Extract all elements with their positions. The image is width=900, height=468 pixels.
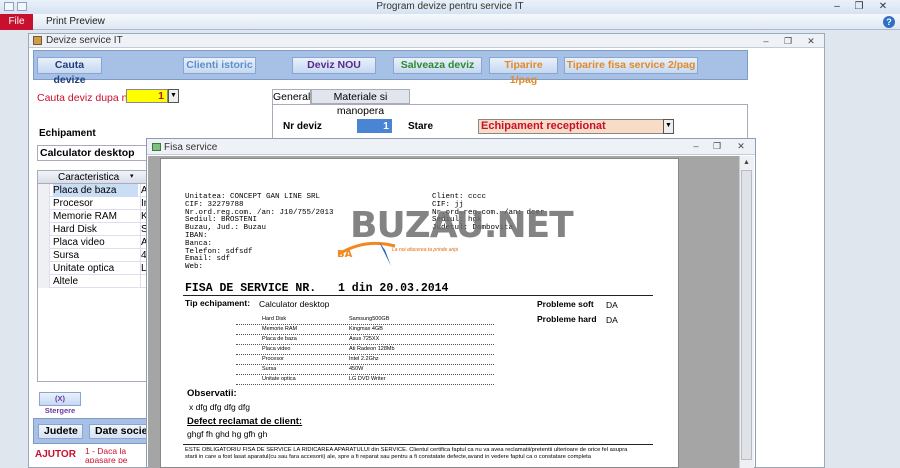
- component-name: Sursa: [262, 366, 277, 372]
- grid-row[interactable]: Altele: [38, 275, 150, 288]
- popup-minimize-icon[interactable]: –: [690, 141, 702, 152]
- chevron-down-icon[interactable]: ▼: [663, 119, 674, 134]
- form-icon: [33, 36, 42, 45]
- ajutor-text: 1 - Daca la apasare pe Urmarirea operati…: [85, 447, 128, 463]
- component-value: Samsung500GB: [349, 316, 390, 322]
- nr-deviz-label: Nr deviz: [283, 121, 322, 132]
- probleme-hard-label: Probleme hard: [537, 314, 597, 324]
- tiparire-fisa-button[interactable]: Tiparire fisa service 2/pag: [564, 57, 698, 74]
- form-minimize-icon[interactable]: –: [760, 36, 772, 47]
- chevron-down-icon[interactable]: ▼: [168, 89, 179, 103]
- save-icon[interactable]: [17, 2, 27, 11]
- probleme-soft-value: DA: [606, 300, 618, 310]
- ajutor-label: AJUTOR: [35, 449, 76, 460]
- probleme-soft-label: Probleme soft: [537, 299, 594, 309]
- logo: BUZAU.NET: [350, 205, 574, 246]
- footer-legal-text: ESTE OBLIGATORIU FISA DE SERVICE LA RIDI…: [185, 447, 628, 460]
- grid-row[interactable]: Unitate opticaLG: [38, 262, 154, 275]
- file-tab[interactable]: File: [0, 14, 33, 30]
- form-title: Devize service IT: [46, 35, 123, 46]
- separator: [183, 295, 653, 296]
- grid-row[interactable]: Placa de baza A: [38, 184, 150, 197]
- echipament-label: Echipament: [39, 128, 96, 139]
- observatii-value: x dfg dfg dfg dfg: [189, 402, 250, 412]
- cauta-deviz-input[interactable]: 1: [126, 89, 168, 103]
- component-value: LG DVD Writer: [349, 376, 386, 382]
- report-icon: [152, 143, 161, 151]
- cauta-devize-button[interactable]: Cauta devize: [37, 57, 102, 86]
- print-preview-tab[interactable]: Print Preview: [46, 16, 105, 27]
- app-title: Program devize pentru service IT: [376, 1, 524, 12]
- component-name: Unitate optica: [262, 376, 296, 382]
- svg-text:BA: BA: [337, 249, 353, 260]
- component-name: Hard Disk: [262, 316, 287, 322]
- fisa-title: FISA DE SERVICE NR.: [185, 282, 317, 295]
- component-name: Placa de baza: [262, 336, 297, 342]
- tiparire-1pag-button[interactable]: Tiparire 1/pag: [489, 57, 558, 86]
- tip-echipament-value: Calculator desktop: [259, 299, 330, 309]
- form-restore-icon[interactable]: ❐: [782, 36, 794, 47]
- grid-header-label: Caracteristica: [58, 172, 120, 183]
- salveaza-deviz-button[interactable]: Salveaza deviz: [393, 57, 482, 74]
- popup-close-icon[interactable]: ✕: [735, 141, 747, 152]
- separator: [183, 444, 653, 445]
- help-icon[interactable]: ?: [883, 16, 895, 28]
- grid-row[interactable]: Placa video A: [38, 236, 150, 249]
- component-name: Placa video: [262, 346, 291, 352]
- grid-row[interactable]: Hard DiskSa: [38, 223, 153, 236]
- grid-row[interactable]: Memorie RAMKi: [38, 210, 150, 223]
- popup-restore-icon[interactable]: ❐: [711, 141, 723, 152]
- form-close-icon[interactable]: ✕: [805, 36, 817, 47]
- logo-tagline: La noi afacerea ta prinde aripi: [392, 247, 459, 253]
- clienti-istoric-button[interactable]: Clienti istoric: [183, 57, 256, 74]
- ribbon-bar: [0, 14, 900, 30]
- probleme-hard-value: DA: [606, 315, 618, 325]
- access-icon[interactable]: [4, 2, 14, 11]
- grid-header: Caracteristica ▾: [38, 171, 150, 184]
- sort-icon[interactable]: ▾: [130, 172, 134, 180]
- component-name: Procesor: [262, 356, 285, 362]
- component-value: Kingmax 4GB: [349, 326, 383, 332]
- stare-label: Stare: [408, 121, 434, 132]
- fisa-number-date: 1 din 20.03.2014: [338, 282, 449, 295]
- scroll-thumb[interactable]: [741, 170, 752, 460]
- echipament-select[interactable]: Calculator desktop: [37, 145, 150, 161]
- company-info: Unitatea: CONCEPT GAN LINE SRL CIF: 3227…: [185, 193, 334, 272]
- defect-value: ghgf fh ghd hg gfh gh: [187, 429, 268, 439]
- defect-label: Defect reclamat de client:: [187, 416, 303, 427]
- component-value: Asus 725XX: [349, 336, 380, 342]
- grid-row[interactable]: Sursa45: [38, 249, 152, 262]
- tab-general[interactable]: General: [272, 89, 311, 104]
- component-value: Ati Radeon 128Mb: [349, 346, 395, 352]
- component-name: Memorie RAM: [262, 326, 298, 332]
- maximize-icon[interactable]: ❐: [852, 1, 866, 13]
- close-icon[interactable]: ✕: [876, 1, 890, 13]
- minimize-icon[interactable]: –: [830, 1, 844, 13]
- scroll-up-icon[interactable]: ▲: [741, 158, 752, 168]
- popup-titlebar: [147, 139, 755, 155]
- deviz-nou-button[interactable]: Deviz NOU: [292, 57, 376, 74]
- tab-materiale[interactable]: Materiale si manopera: [311, 89, 410, 117]
- grid-row[interactable]: ProcesorIn: [38, 197, 150, 210]
- popup-title: Fisa service: [164, 142, 218, 153]
- component-value: Intel 2.2Ghz: [349, 356, 379, 362]
- judete-button[interactable]: Judete: [38, 424, 83, 439]
- stare-select[interactable]: Echipament receptionat: [478, 119, 664, 134]
- tip-echipament-label: Tip echipament:: [185, 298, 251, 308]
- date-societate-button[interactable]: Date societa: [89, 424, 151, 439]
- cauta-deviz-label: Cauta deviz dupa nr: [37, 92, 131, 104]
- stergere-button[interactable]: (X) Stergere: [39, 392, 81, 415]
- observatii-label: Observatii:: [187, 388, 237, 399]
- component-value: 450W: [349, 366, 364, 372]
- nr-deviz-field[interactable]: 1: [357, 119, 392, 133]
- form-titlebar: [29, 34, 824, 48]
